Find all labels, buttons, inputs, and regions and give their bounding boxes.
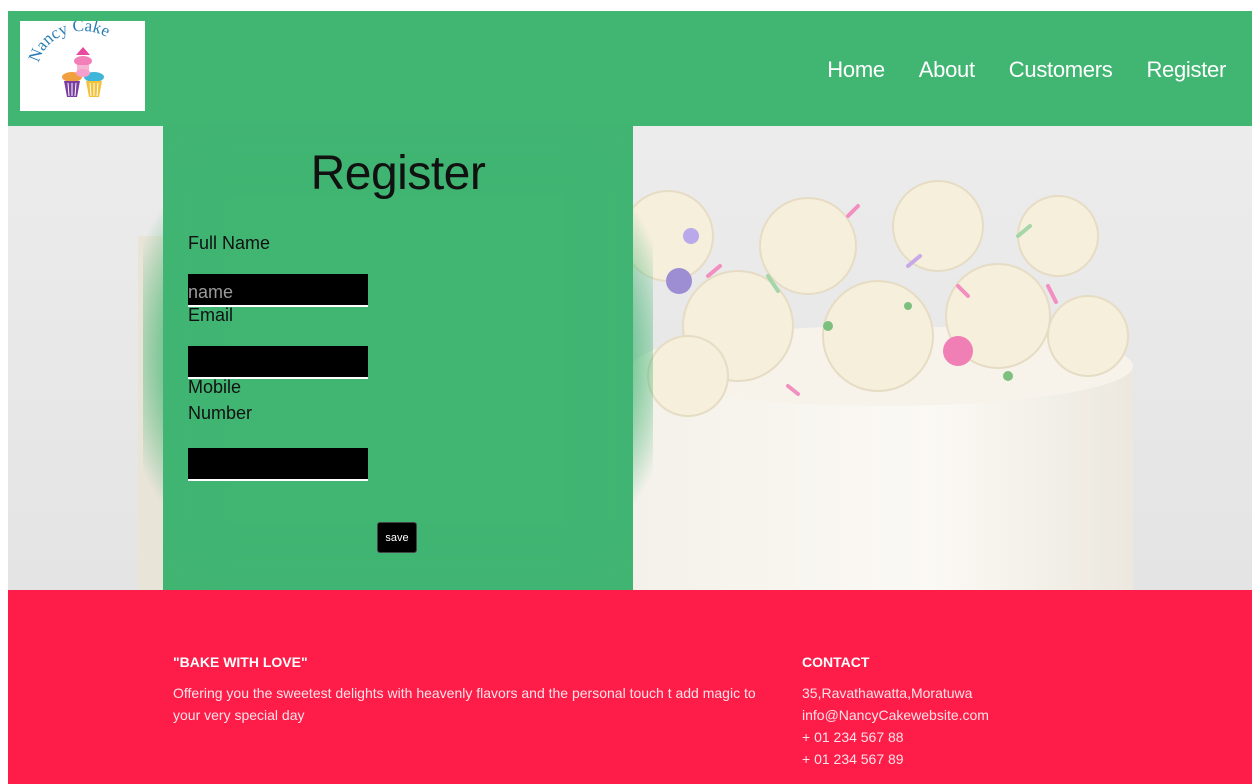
contact-address: 35,Ravathawatta,Moratuwa — [802, 685, 973, 701]
save-button[interactable]: save — [377, 522, 417, 553]
tagline-heading: "BAKE WITH LOVE" — [173, 654, 308, 670]
mobile-label-line2: Number — [188, 403, 253, 423]
nav-link-customers[interactable]: Customers — [1009, 57, 1113, 83]
main-nav: Home About Customers Register — [793, 57, 1226, 83]
nav-link-home[interactable]: Home — [827, 57, 885, 83]
svg-text:Nancy Cake: Nancy Cake — [25, 21, 114, 64]
logo-text: Nancy Cake — [25, 21, 114, 64]
contact-heading: CONTACT — [802, 654, 870, 670]
email-label: Email — [188, 305, 234, 325]
site-footer: "BAKE WITH LOVE" Offering you the sweete… — [8, 590, 1252, 784]
contact-email[interactable]: info@NancyCakewebsite.com — [802, 704, 989, 726]
site-logo[interactable]: Nancy Cake — [20, 21, 145, 111]
register-form: Register Full Name Email Mobile Number s… — [163, 126, 633, 590]
tagline-text: Offering you the sweetest delights with … — [173, 685, 756, 723]
top-navbar: Nancy Cake Home About Customers Register — [8, 11, 1252, 126]
mobile-label-line1: Mobile — [188, 377, 242, 397]
cupcake-logo-icon: Nancy Cake — [25, 21, 114, 97]
nav-link-register[interactable]: Register — [1146, 57, 1226, 83]
hero-section: Register Full Name Email Mobile Number s… — [8, 126, 1252, 590]
contact-phone-1[interactable]: + 01 234 567 88 — [802, 726, 989, 748]
mobile-label: Mobile Number — [188, 374, 252, 426]
contact-list: 35,Ravathawatta,Moratuwa info@NancyCakew… — [802, 682, 989, 770]
form-title: Register — [310, 147, 486, 200]
full-name-label: Full Name — [188, 233, 271, 253]
nav-link-about[interactable]: About — [919, 57, 975, 83]
contact-phone-2[interactable]: + 01 234 567 89 — [802, 748, 989, 770]
mobile-number-input[interactable] — [188, 448, 368, 481]
